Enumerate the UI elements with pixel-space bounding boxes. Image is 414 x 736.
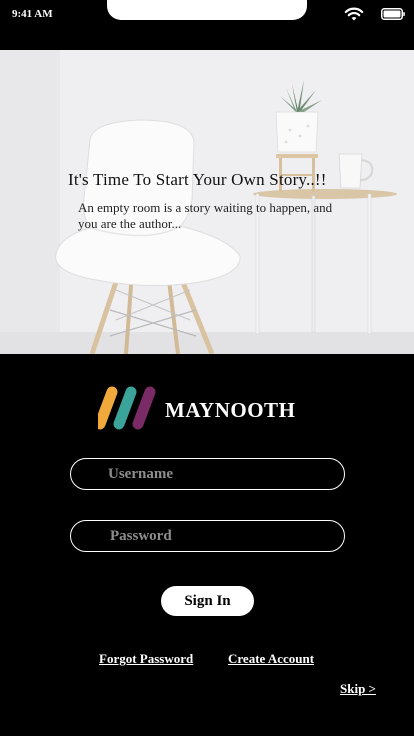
status-bar: 9:41 AM bbox=[0, 0, 414, 28]
password-input[interactable] bbox=[70, 520, 345, 552]
maynooth-logo-icon bbox=[98, 386, 156, 430]
battery-icon bbox=[381, 8, 405, 20]
brand-name: MAYNOOTH bbox=[165, 398, 296, 422]
create-account-link[interactable]: Create Account bbox=[228, 651, 314, 667]
hero-banner: It's Time To Start Your Own Story..!! An… bbox=[0, 50, 414, 354]
device-notch bbox=[107, 0, 307, 20]
sign-in-button[interactable]: Sign In bbox=[161, 586, 254, 616]
hero-title: It's Time To Start Your Own Story..!! bbox=[68, 170, 327, 189]
skip-link[interactable]: Skip > bbox=[340, 681, 376, 697]
wifi-icon bbox=[344, 7, 364, 21]
forgot-password-link[interactable]: Forgot Password bbox=[99, 651, 193, 667]
username-input[interactable] bbox=[70, 458, 345, 490]
status-time: 9:41 AM bbox=[12, 8, 53, 20]
hero-subtitle: An empty room is a story waiting to happ… bbox=[78, 200, 333, 231]
